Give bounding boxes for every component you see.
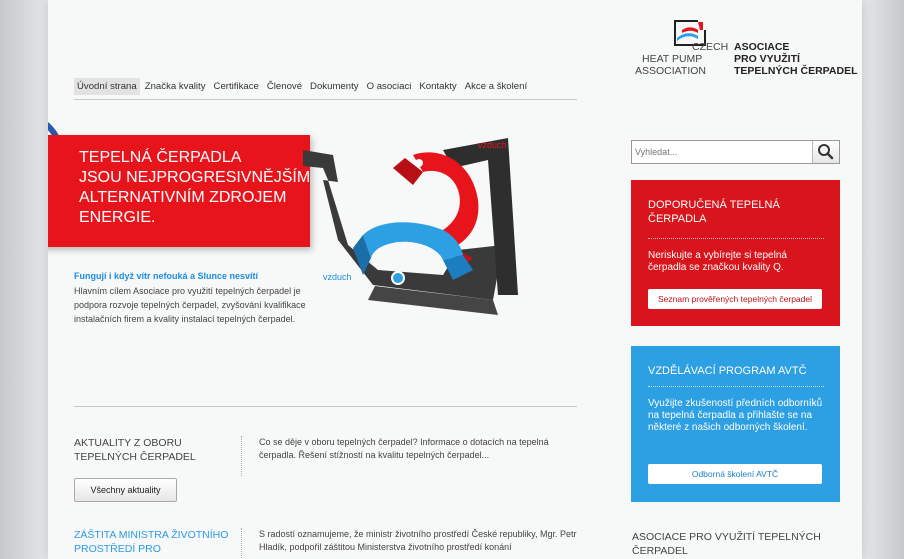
search-icon (818, 144, 834, 160)
verified-heat-pumps-button[interactable]: Seznam prověřených tepelných čerpadel (648, 289, 822, 309)
label-air-bottom: vzduch (323, 272, 352, 282)
search-box (631, 140, 840, 164)
nav-item-certification[interactable]: Certifikace (211, 78, 262, 95)
education-box-title: VZDĚLÁVACÍ PROGRAM AVTČ (648, 365, 807, 377)
nav-item-quality-mark[interactable]: Značka kvality (142, 78, 209, 95)
logo-text-czech: CZECH (692, 41, 729, 53)
patronage-heading[interactable]: ZÁŠTITA MINISTRA ŽIVOTNÍHO PROSTŘEDÍ PRO (74, 528, 244, 556)
education-box-divider (648, 386, 824, 387)
heat-pump-graphic: vzduch vzduch (303, 138, 518, 315)
patronage-separator (241, 528, 242, 559)
nav-item-members[interactable]: Členové (264, 78, 305, 95)
news-heading: AKTUALITY Z OBORU TEPELNÝCH ČERPADEL (74, 437, 196, 463)
logo-text-pro-vyuziti: PRO VYUŽITÍ (734, 53, 800, 65)
label-air-top: vzduch (478, 140, 507, 150)
nav-item-home[interactable]: Úvodní strana (74, 77, 140, 95)
main-navigation: Úvodní strana Značka kvality Certifikace… (74, 73, 577, 100)
intro-heading[interactable]: Fungují i když vítr nefouká a Slunce nes… (74, 271, 258, 281)
intro-text: Hlavním cílem Asociace pro využití tepel… (74, 286, 306, 324)
nav-item-events[interactable]: Akce a školení (462, 78, 530, 95)
logo-text-asociace: ASOCIACE (734, 41, 790, 53)
search-button[interactable] (812, 141, 839, 163)
news-text: Co se děje v oboru tepelných čerpadel? I… (259, 437, 549, 460)
news-separator (241, 436, 242, 476)
nav-item-about[interactable]: O asociaci (364, 78, 415, 95)
logo-text-association: ASSOCIATION (635, 65, 706, 77)
recommended-box-text: Neriskujte a vybírejte si tepelná čerpad… (648, 250, 787, 273)
search-input[interactable] (635, 144, 805, 160)
page: Úvodní strana Značka kvality Certifikace… (48, 0, 862, 559)
nav-item-contacts[interactable]: Kontakty (416, 78, 459, 95)
section-divider (74, 406, 577, 407)
recommended-box-divider (648, 238, 824, 239)
logo-text-tepelnych: TEPELNÝCH ČERPADEL (734, 65, 858, 77)
patronage-text: S radostí oznamujeme, že ministr životní… (259, 529, 577, 552)
logo-text-heat-pump: HEAT PUMP (642, 53, 703, 65)
avtc-training-button[interactable]: Odborná školení AVTČ (648, 464, 822, 484)
association-heading: ASOCIACE PRO VYUŽITÍ TEPELNÝCH ČERPADEL (632, 531, 821, 557)
page-background-left (0, 0, 50, 559)
all-news-button[interactable]: Všechny aktuality (74, 478, 177, 502)
page-background-right (860, 0, 904, 559)
recommended-heat-pumps-box: DOPORUČENÁ TEPELNÁ ČERPADLA Neriskujte a… (631, 180, 840, 326)
nav-item-documents[interactable]: Dokumenty (307, 78, 362, 95)
education-box-text: Využijte zkušeností předních odborníků n… (648, 398, 823, 433)
recommended-box-title: DOPORUČENÁ TEPELNÁ ČERPADLA (648, 199, 780, 225)
site-logo[interactable]: CZECH HEAT PUMP ASSOCIATION ASOCIACE PRO… (625, 20, 858, 100)
education-program-box: VZDĚLÁVACÍ PROGRAM AVTČ Využijte zkušeno… (631, 346, 840, 502)
